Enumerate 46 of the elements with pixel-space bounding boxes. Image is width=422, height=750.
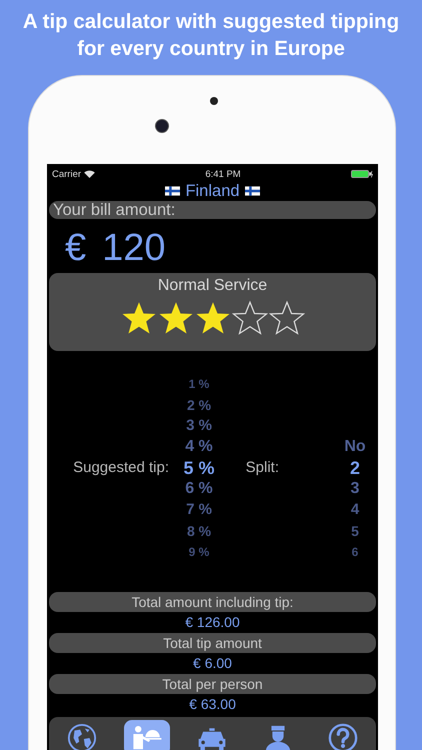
bill-amount[interactable]: 120: [102, 226, 166, 270]
tip-option[interactable]: 6 %: [185, 480, 213, 496]
split-option[interactable]: 3: [350, 480, 360, 496]
carrier-label: Carrier: [52, 168, 82, 180]
total-label: Total per person: [49, 674, 376, 694]
split-label: Split:: [246, 459, 279, 476]
filled-star-icon[interactable]: [120, 300, 156, 336]
total-value: € 126.00: [184, 613, 241, 632]
tip-option[interactable]: 8 %: [186, 524, 212, 538]
flag-icon: [165, 186, 180, 196]
battery-icon: [350, 170, 373, 178]
help-icon: [327, 723, 360, 750]
split-option[interactable]: 4: [350, 502, 360, 517]
total-label: Total amount including tip:: [49, 592, 376, 612]
bill-label: Your bill amount:: [49, 201, 376, 219]
headline: A tip calculator with suggested tipping for every country in Europe: [22, 9, 400, 62]
service-label: Normal Service: [158, 276, 268, 295]
country-title: Finland: [185, 182, 240, 200]
camera-lens: [155, 119, 169, 133]
split-option[interactable]: No: [344, 438, 366, 454]
tip-option[interactable]: 5 %: [183, 458, 215, 476]
waiter-icon: [131, 723, 164, 750]
flag-icon: [244, 186, 260, 196]
tip-option[interactable]: 2 %: [186, 398, 212, 412]
empty-star-icon[interactable]: [232, 300, 268, 336]
wifi-icon: [84, 170, 96, 178]
empty-star-icon[interactable]: [268, 300, 304, 336]
tip-option[interactable]: 7 %: [186, 502, 212, 517]
split-option[interactable]: 5: [351, 524, 359, 538]
speaker: [210, 97, 218, 105]
split-option[interactable]: 6: [352, 546, 358, 558]
split-option[interactable]: 2: [350, 458, 360, 476]
tip-option[interactable]: 1 %: [188, 378, 210, 390]
tab-button[interactable]: [124, 720, 170, 750]
tip-option[interactable]: 4 %: [185, 438, 213, 454]
total-value: € 6.00: [192, 654, 233, 673]
status-time: 6:41 PM: [205, 168, 241, 180]
filled-star-icon[interactable]: [158, 300, 194, 336]
tip-option[interactable]: 3 %: [186, 418, 212, 433]
currency-symbol: €: [65, 226, 86, 270]
tip-label: Suggested tip:: [73, 459, 169, 476]
total-value: € 63.00: [188, 695, 237, 714]
filled-star-icon[interactable]: [194, 300, 230, 336]
total-label: Total tip amount: [49, 633, 376, 653]
globe-icon: [66, 723, 98, 750]
tip-option[interactable]: 9 %: [188, 546, 210, 558]
